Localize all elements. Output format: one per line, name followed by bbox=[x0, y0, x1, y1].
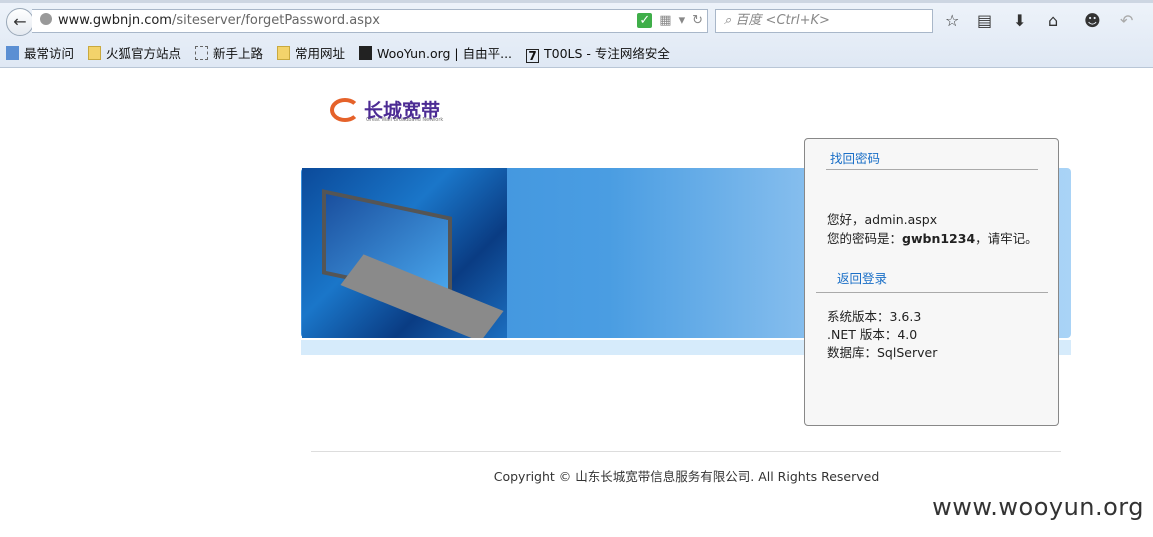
globe-icon bbox=[40, 13, 52, 25]
tab-strip bbox=[0, 0, 1153, 3]
qr-code-icon[interactable]: ▦ bbox=[659, 13, 671, 28]
dotnet-version: .NET 版本：4.0 bbox=[827, 327, 918, 342]
search-icon bbox=[6, 46, 19, 60]
password-note: ，请牢记。 bbox=[975, 231, 1038, 246]
bookmark-firefox-site[interactable]: 火狐官方站点 bbox=[88, 46, 181, 61]
password-value: gwbn1234 bbox=[902, 231, 976, 246]
search-placeholder: 百度 <Ctrl+K> bbox=[735, 13, 830, 28]
logo-subtitle: Great Wall Broadband Network bbox=[366, 117, 444, 123]
search-input[interactable]: ⌕ 百度 <Ctrl+K> bbox=[715, 9, 933, 33]
logo-swirl-icon bbox=[330, 98, 360, 122]
reading-list-icon[interactable]: ▤ bbox=[977, 11, 992, 30]
reload-icon[interactable]: ↻ bbox=[692, 13, 703, 28]
bookmark-getting-started[interactable]: 新手上路 bbox=[195, 46, 263, 61]
panel-title[interactable]: 找回密码 bbox=[830, 148, 880, 167]
watermark: www.wooyun.org bbox=[932, 493, 1144, 521]
back-button[interactable]: ← bbox=[6, 8, 34, 36]
browser-toolbar: ← www.gwbnjn.com/siteserver/forgetPasswo… bbox=[0, 0, 1153, 68]
search-icon: ⌕ bbox=[724, 13, 736, 28]
home-icon[interactable]: ⌂ bbox=[1048, 11, 1058, 30]
password-recovery-panel: 找回密码 您好，admin.aspx 您的密码是：gwbn1234，请牢记。 返… bbox=[804, 138, 1059, 426]
shield-icon[interactable]: ✓ bbox=[637, 13, 653, 28]
chat-icon[interactable]: ☻ bbox=[1084, 11, 1101, 30]
folder-icon bbox=[277, 46, 290, 60]
dashed-page-icon bbox=[195, 46, 208, 60]
password-line: 您的密码是：gwbn1234，请牢记。 bbox=[827, 228, 1038, 247]
password-label: 您的密码是： bbox=[827, 231, 903, 246]
bookmark-tools[interactable]: 7 T00LS - 专注网络安全 bbox=[526, 46, 670, 63]
divider bbox=[826, 169, 1038, 170]
dropdown-icon[interactable]: ▾ bbox=[679, 13, 686, 28]
bookmark-label: T00LS - 专注网络安全 bbox=[544, 46, 670, 61]
url-host: www.gwbnjn.com bbox=[58, 13, 172, 28]
url-path: /siteserver/forgetPassword.aspx bbox=[171, 13, 380, 28]
database-info: 数据库：SqlServer bbox=[827, 345, 938, 360]
bookmark-label: 火狐官方站点 bbox=[106, 46, 182, 61]
copyright: Copyright © 山东长城宽带信息服务有限公司. All Rights R… bbox=[493, 469, 880, 484]
bookmark-label: WooYun.org | 自由平... bbox=[377, 46, 513, 61]
undo-icon[interactable]: ↶ bbox=[1120, 11, 1133, 30]
bookmarks-bar: 最常访问 火狐官方站点 新手上路 常用网址 WooYun.org | 自由平..… bbox=[0, 42, 1153, 66]
laptop-image bbox=[302, 168, 507, 338]
bookmark-wooyun[interactable]: WooYun.org | 自由平... bbox=[359, 46, 512, 61]
download-icon[interactable]: ⬇ bbox=[1013, 11, 1026, 30]
bookmark-common-sites[interactable]: 常用网址 bbox=[277, 46, 345, 61]
bookmark-star-icon[interactable]: ☆ bbox=[945, 11, 959, 30]
bookmark-most-visited[interactable]: 最常访问 bbox=[6, 46, 74, 61]
divider bbox=[816, 292, 1048, 293]
address-bar[interactable]: www.gwbnjn.com/siteserver/forgetPassword… bbox=[32, 9, 708, 33]
folder-icon bbox=[88, 46, 101, 60]
bookmark-label: 最常访问 bbox=[24, 46, 75, 61]
greeting-text: 您好，admin.aspx bbox=[827, 212, 938, 227]
bookmark-label: 常用网址 bbox=[295, 46, 346, 61]
system-version: 系统版本：3.6.3 bbox=[827, 309, 922, 324]
tools-icon: 7 bbox=[526, 49, 540, 63]
wooyun-icon bbox=[359, 46, 372, 60]
bookmark-label: 新手上路 bbox=[213, 46, 264, 61]
back-to-login-link[interactable]: 返回登录 bbox=[837, 268, 887, 287]
footer-divider bbox=[311, 451, 1061, 452]
